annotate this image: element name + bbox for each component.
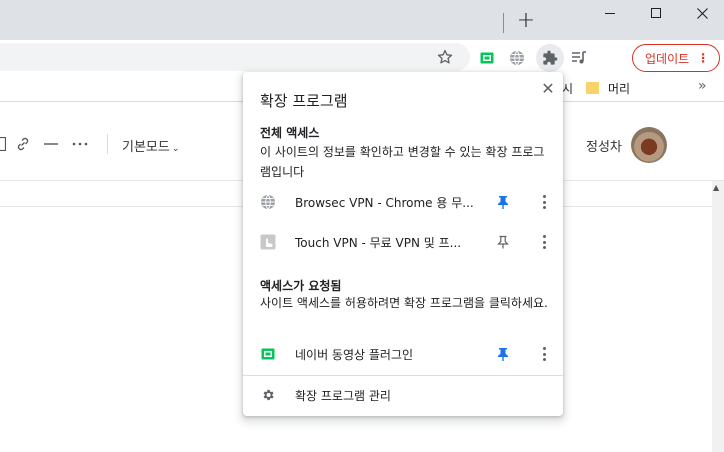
new-tab-button[interactable]: + <box>514 10 538 34</box>
scroll-up-icon[interactable]: ▲ <box>713 183 719 192</box>
bookmarks-overflow-button[interactable]: » <box>698 78 707 94</box>
popup-title: 확장 프로그램 <box>260 92 348 110</box>
close-icon[interactable]: ✕ <box>539 80 557 98</box>
extension-menu-button[interactable] <box>537 345 551 363</box>
media-control-icon <box>572 51 586 64</box>
naver-video-icon <box>480 52 494 64</box>
mode-select-label: 기본모드 <box>122 140 170 155</box>
more-horiz-icon <box>72 142 88 146</box>
tab-separator <box>503 13 504 33</box>
puzzle-icon <box>543 50 558 65</box>
close-window-button[interactable] <box>679 0 724 26</box>
access-requested-description: 사이트 액세스를 허용하려면 확장 프로그램을 클릭하세요. <box>260 296 548 310</box>
globe-icon <box>510 50 524 66</box>
more-options-button[interactable] <box>72 137 88 155</box>
pin-filled-icon <box>498 348 508 361</box>
globe-icon <box>260 194 276 210</box>
more-vert-icon: ⋮ <box>697 51 710 65</box>
extension-row-browsec[interactable]: Browsec VPN - Chrome 용 무... <box>243 184 563 220</box>
bookmark-star-button[interactable] <box>436 48 456 68</box>
doc-icon <box>0 136 7 152</box>
bookmark-partial-label[interactable]: 시 <box>562 80 573 97</box>
extensions-menu-button[interactable] <box>536 44 564 72</box>
minimize-icon <box>605 12 615 14</box>
extensions-popup: 확장 프로그램 ✕ 전체 액세스 이 사이트의 정보를 확인하고 변경할 수 있… <box>243 72 563 416</box>
popup-divider <box>243 375 563 376</box>
maximize-icon <box>651 8 661 18</box>
extension-menu-button[interactable] <box>537 233 551 251</box>
extension-label: 네이버 동영상 플러그인 <box>295 348 414 362</box>
extension-label: Touch VPN - 무료 VPN 및 프... <box>295 236 462 250</box>
gear-icon <box>260 387 276 403</box>
manage-extensions-label: 확장 프로그램 관리 <box>295 389 391 403</box>
full-access-heading: 전체 액세스 <box>260 126 320 140</box>
pin-outline-icon <box>497 235 509 249</box>
update-button[interactable]: 업데이트 ⋮ <box>632 44 720 72</box>
user-name: 정성차 <box>586 140 622 155</box>
full-access-description: 이 사이트의 정보를 확인하고 변경할 수 있는 확장 프로그램입니다 <box>260 145 545 179</box>
title-bar: + <box>0 0 724 40</box>
folder-icon <box>586 82 599 94</box>
avatar[interactable] <box>631 127 667 163</box>
close-icon <box>696 7 708 19</box>
browsec-extension-button[interactable] <box>506 47 528 69</box>
manage-extensions-row[interactable]: 확장 프로그램 관리 <box>243 377 563 413</box>
horizontal-line-icon <box>44 143 58 145</box>
pin-button[interactable] <box>497 194 511 210</box>
access-requested-heading: 액세스가 요청됨 <box>260 279 342 293</box>
star-icon <box>437 49 453 64</box>
link-button[interactable] <box>16 137 30 155</box>
touch-vpn-icon <box>260 234 276 250</box>
extension-label: Browsec VPN - Chrome 용 무... <box>295 196 474 210</box>
page-icon[interactable] <box>0 136 7 155</box>
toolbar-divider <box>107 134 108 154</box>
scrollbar[interactable] <box>712 181 724 452</box>
pin-button[interactable] <box>497 346 511 362</box>
mode-select[interactable]: 기본모드 ⌄ <box>122 136 179 155</box>
extension-menu-button[interactable] <box>537 193 551 211</box>
toolbar: 업데이트 ⋮ <box>0 40 724 74</box>
media-control-button[interactable] <box>568 47 590 69</box>
pin-button[interactable] <box>497 234 511 250</box>
minimize-button[interactable] <box>587 0 633 26</box>
extension-row-naver-video[interactable]: 네이버 동영상 플러그인 <box>243 336 563 372</box>
bookmark-folder-label[interactable]: 머리 <box>608 80 630 97</box>
extension-row-touch-vpn[interactable]: Touch VPN - 무료 VPN 및 프... <box>243 224 563 260</box>
maximize-button[interactable] <box>633 0 679 26</box>
chevron-down-icon: ⌄ <box>171 144 180 154</box>
naver-video-icon <box>260 346 276 362</box>
divider-button[interactable] <box>44 137 58 155</box>
address-bar[interactable] <box>0 43 470 71</box>
update-label: 업데이트 <box>645 51 690 66</box>
naver-video-extension-button[interactable] <box>476 47 498 69</box>
pin-filled-icon <box>498 196 508 209</box>
link-icon <box>17 137 29 151</box>
